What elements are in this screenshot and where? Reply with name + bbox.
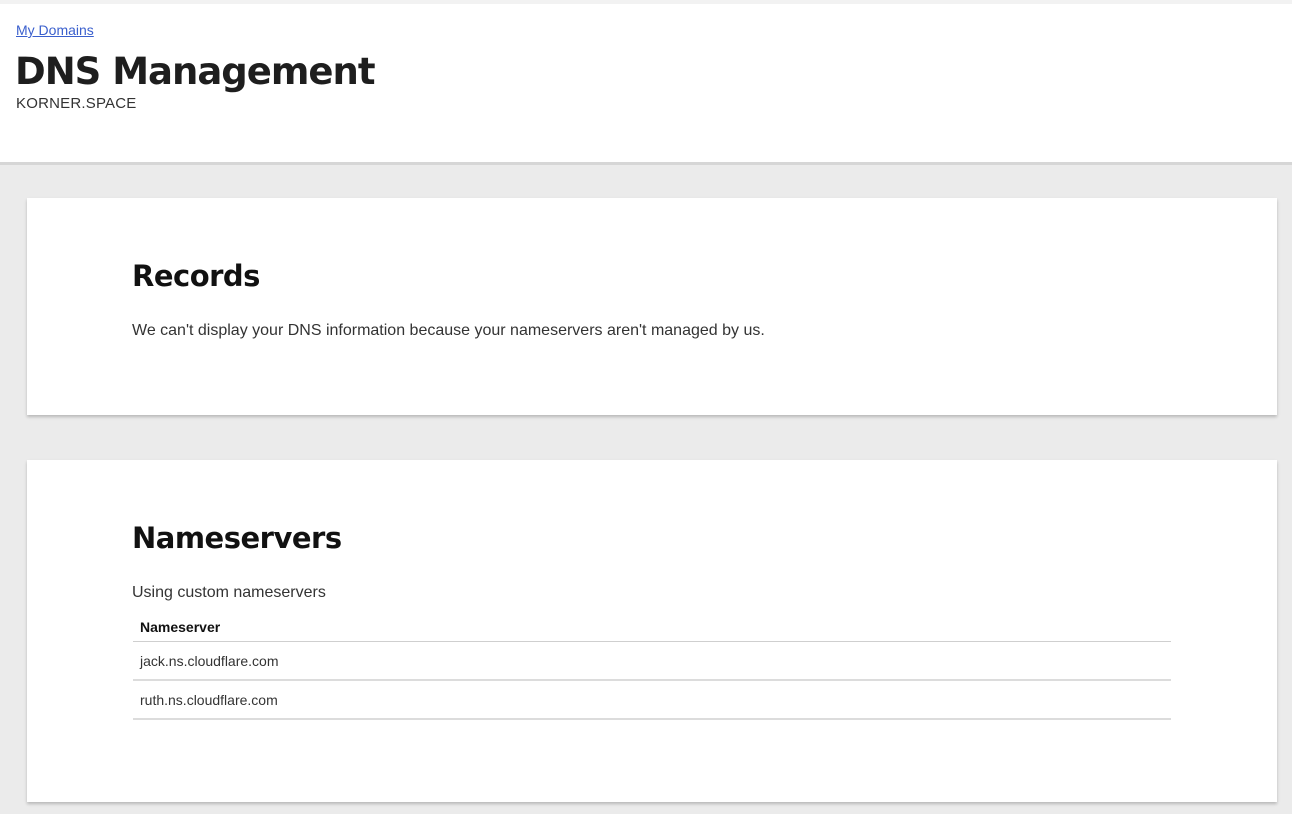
records-card: Records We can't display your DNS inform… xyxy=(27,198,1277,415)
domain-name: KORNER.SPACE xyxy=(16,95,137,112)
page-header: My Domains DNS Management KORNER.SPACE xyxy=(0,4,1292,165)
nameservers-card: Nameservers Using custom nameservers Nam… xyxy=(27,460,1277,802)
nameservers-table: Nameserver jack.ns.cloudflare.com ruth.n… xyxy=(133,612,1171,720)
nameserver-cell: ruth.ns.cloudflare.com xyxy=(133,680,1171,720)
table-row: jack.ns.cloudflare.com xyxy=(133,641,1171,681)
table-row: ruth.ns.cloudflare.com xyxy=(133,680,1171,720)
table-header-row: Nameserver xyxy=(133,612,1171,642)
nameserver-cell: jack.ns.cloudflare.com xyxy=(133,641,1171,681)
nameservers-subtitle: Using custom nameservers xyxy=(132,584,326,601)
page-title: DNS Management xyxy=(15,50,376,93)
nameserver-column-header: Nameserver xyxy=(133,612,1171,642)
breadcrumb-my-domains-link[interactable]: My Domains xyxy=(16,22,94,38)
records-title: Records xyxy=(132,259,260,293)
nameservers-title: Nameservers xyxy=(132,521,342,555)
records-message: We can't display your DNS information be… xyxy=(132,322,765,339)
